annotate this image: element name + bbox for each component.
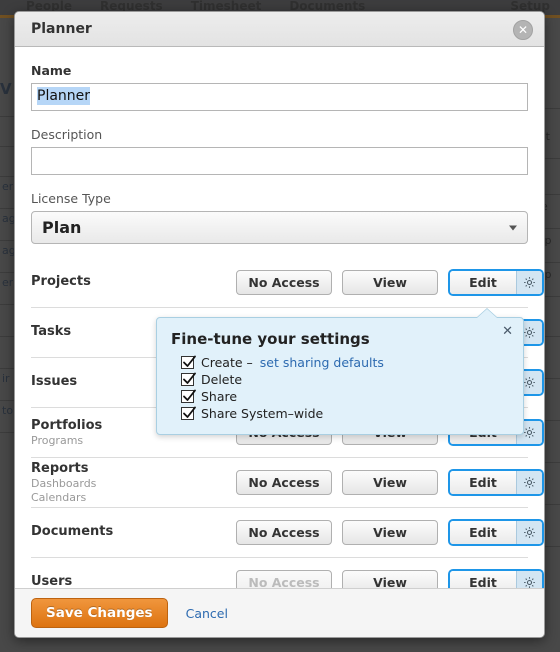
popover-close-icon[interactable]: ✕ [502,325,513,338]
permission-subitem: Programs [31,433,84,447]
dialog-footer: Save Changes Cancel [15,588,544,637]
license-type-value: Plan [42,218,82,237]
description-label: Description [31,127,103,142]
permission-name: Projects [31,274,91,290]
edit-button-group[interactable]: Edit [448,469,544,496]
cancel-link[interactable]: Cancel [186,606,228,621]
view-button[interactable]: View [342,520,438,545]
dialog-body: Name Planner Description License Type Pl… [15,47,544,588]
permission-row-label: Documents [31,524,236,540]
permission-row-label: Reports Dashboards Calendars [31,461,236,505]
permission-subitem: Dashboards [31,476,97,490]
popover-tail [477,309,497,318]
name-input[interactable] [31,83,528,111]
popover-option[interactable]: Delete [181,371,509,388]
permission-row-label: Users [31,574,236,588]
description-input[interactable] [31,147,528,175]
popover-option-list: Create – set sharing defaults Delete Share… [157,350,523,434]
popover-option-label: Delete [201,372,243,387]
view-button[interactable]: View [342,570,438,588]
permission-row: Projects No Access View Edit [31,258,544,308]
app-root: V er ag ag er ir to Filt be n [0,0,560,652]
no-access-button[interactable]: No Access [236,520,332,545]
permission-button-group: No Access View Edit [236,519,544,546]
edit-button-group[interactable]: Edit [448,569,544,588]
license-type-select[interactable]: Plan [31,211,528,244]
checkbox[interactable] [181,372,196,386]
edit-button-group[interactable]: Edit [448,269,544,296]
edit-button[interactable]: Edit [450,271,516,294]
fine-tune-popover: ✕ Fine-tune your settings Create – set s… [156,309,524,435]
permission-profile-dialog: Planner ✕ Name Planner Description Licen… [14,11,545,638]
permission-button-group: No Access View Edit [236,469,544,496]
name-field-wrapper: Planner [31,83,528,111]
no-access-button[interactable]: No Access [236,270,332,295]
license-type-label: License Type [31,191,111,206]
gear-icon[interactable] [516,521,542,544]
edit-button[interactable]: Edit [450,521,516,544]
dialog-header: Planner ✕ [15,12,544,47]
permission-name: Reports [31,460,89,476]
no-access-button: No Access [236,570,332,588]
popover-option-label: Share System–wide [201,406,324,421]
edit-button[interactable]: Edit [450,471,516,494]
popover-option[interactable]: Create – set sharing defaults [181,354,509,371]
permission-name: Users [31,574,73,588]
edit-button-group[interactable]: Edit [448,519,544,546]
sharing-defaults-link[interactable]: set sharing defaults [260,355,384,370]
popover-option-label: Share [201,389,238,404]
permission-row: Reports Dashboards Calendars No Access View E… [31,458,544,508]
permission-name: Documents [31,524,114,540]
save-changes-button[interactable]: Save Changes [31,598,168,628]
permission-subitem: Calendars [31,490,87,504]
permission-row: Documents No Access View Edit [31,508,544,558]
gear-icon[interactable] [516,471,542,494]
checkbox[interactable] [181,406,196,420]
permission-button-group: No Access View Edit [236,269,544,296]
no-access-button[interactable]: No Access [236,470,332,495]
checkbox[interactable] [181,389,196,403]
gear-icon[interactable] [516,271,542,294]
view-button[interactable]: View [342,470,438,495]
dialog-title: Planner [31,21,92,37]
checkbox[interactable] [181,355,196,369]
edit-button[interactable]: Edit [450,571,516,588]
gear-icon[interactable] [516,571,542,588]
popover-option[interactable]: Share System–wide [181,405,509,422]
name-label: Name [31,63,72,78]
popover-option[interactable]: Share [181,388,509,405]
close-icon[interactable]: ✕ [513,20,533,40]
permission-button-group: No Access View Edit [236,569,544,588]
view-button[interactable]: View [342,270,438,295]
permission-row: Users No Access View Edit [31,558,544,588]
popover-option-label: Create – [201,355,253,370]
popover-title: Fine-tune your settings [171,330,370,348]
chevron-down-icon [509,225,517,230]
permission-row-label: Projects [31,274,236,290]
